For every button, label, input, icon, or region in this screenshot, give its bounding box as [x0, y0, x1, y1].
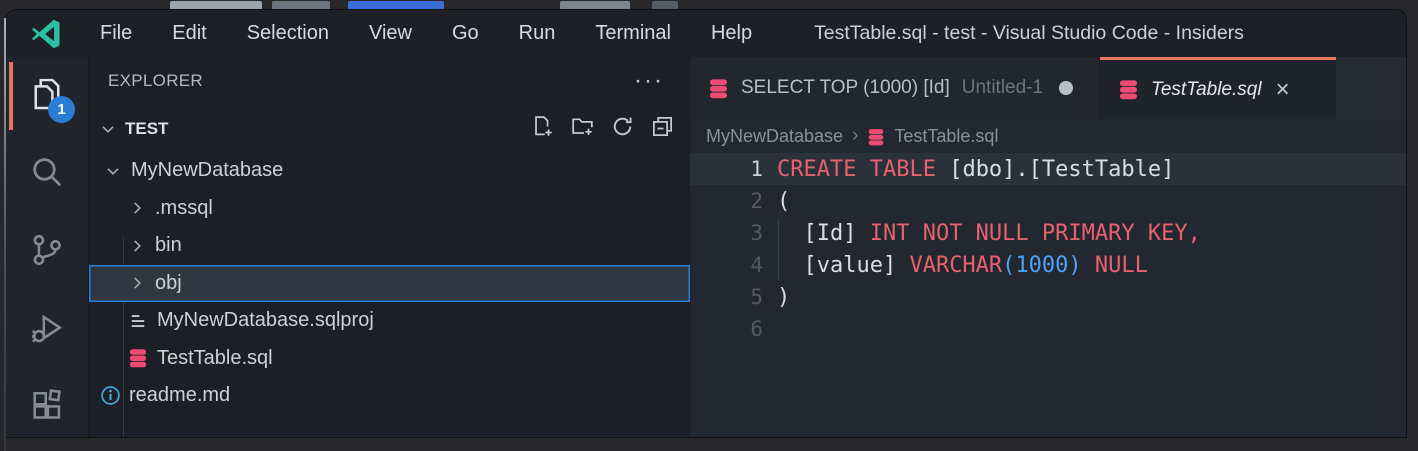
code-text: CREATE TABLE [dbo].[TestTable]: [763, 157, 1174, 182]
line-number: 1: [690, 157, 763, 181]
new-folder-icon[interactable]: [571, 115, 594, 143]
tree-item-sqlproj[interactable]: MyNewDatabase.sqlproj: [89, 302, 690, 340]
database-icon: [708, 78, 729, 99]
sqlproj-file-icon: [125, 311, 151, 331]
code-text: [Id] INT NOT NULL PRIMARY KEY,: [763, 221, 1201, 246]
search-icon: [30, 155, 64, 194]
chevron-down-icon: [95, 120, 121, 138]
chevron-separator-icon: ›: [852, 125, 858, 147]
background-window-fragment: [560, 1, 630, 10]
menu-go[interactable]: Go: [432, 10, 499, 57]
activity-run-and-debug[interactable]: [6, 291, 88, 369]
line-number: 4: [690, 253, 763, 277]
code-line-4[interactable]: 4 [value] VARCHAR(1000) NULL: [690, 249, 1406, 281]
tree-item-bin[interactable]: bin: [89, 227, 690, 265]
menu-view[interactable]: View: [349, 10, 432, 57]
tree-item-testtable-sql[interactable]: TestTable.sql: [89, 340, 690, 378]
menu-terminal[interactable]: Terminal: [575, 10, 691, 57]
tab-detail: Untitled-1: [962, 77, 1043, 99]
background-window-fragment: [170, 1, 262, 10]
tab-bar-empty-space: [1336, 57, 1406, 119]
screenshot-frame: File Edit Selection View Go Run Terminal…: [0, 0, 1418, 451]
menu-bar: File Edit Selection View Go Run Terminal…: [80, 10, 772, 57]
activity-explorer[interactable]: 1: [6, 57, 88, 135]
breadcrumb-file[interactable]: TestTable.sql: [894, 126, 998, 147]
breadcrumb: MyNewDatabase › TestTable.sql: [690, 119, 1406, 153]
tree-item-label: MyNewDatabase.sqlproj: [157, 309, 374, 332]
code-text: ): [763, 285, 790, 310]
tree-item-label: .mssql: [155, 197, 213, 220]
line-number: 3: [690, 221, 763, 245]
extensions-icon: [30, 389, 64, 428]
activity-bar: 1: [6, 57, 88, 437]
menu-edit[interactable]: Edit: [152, 10, 226, 57]
tab-testtable-sql[interactable]: TestTable.sql ×: [1100, 57, 1336, 119]
modified-dot-icon[interactable]: [1059, 81, 1073, 95]
explorer-sidebar: EXPLORER ··· TEST: [88, 57, 690, 437]
tree-item-readme[interactable]: readme.md: [89, 377, 690, 415]
tab-bar: SELECT TOP (1000) [Id] Untitled-1: [690, 57, 1406, 119]
tab-untitled-1[interactable]: SELECT TOP (1000) [Id] Untitled-1: [690, 57, 1100, 119]
editor-indent-guide: [778, 219, 779, 281]
explorer-section-test[interactable]: TEST: [89, 105, 690, 152]
tree-item-mssql[interactable]: .mssql: [89, 190, 690, 228]
background-window-fragment: [652, 1, 678, 10]
markdown-info-icon: [97, 385, 123, 406]
tab-title: SELECT TOP (1000) [Id]: [741, 77, 950, 99]
tree-item-mynewdatabase[interactable]: MyNewDatabase: [89, 152, 690, 190]
activity-extensions[interactable]: [6, 369, 88, 437]
tree-item-label: bin: [155, 234, 182, 257]
chevron-down-icon: [101, 162, 125, 180]
tab-title: TestTable.sql: [1151, 79, 1262, 101]
activity-search[interactable]: [6, 135, 88, 213]
section-label: TEST: [125, 119, 168, 139]
menu-file[interactable]: File: [80, 10, 152, 57]
ellipsis-icon[interactable]: ···: [634, 76, 664, 86]
code-line-5[interactable]: 5 ): [690, 281, 1406, 313]
explorer-title: EXPLORER: [108, 71, 203, 91]
database-icon: [1118, 79, 1139, 100]
vscode-insiders-logo-icon: [28, 16, 64, 52]
menu-help[interactable]: Help: [691, 10, 772, 57]
menu-selection[interactable]: Selection: [227, 10, 349, 57]
tree-item-label: obj: [155, 272, 182, 295]
titlebar: File Edit Selection View Go Run Terminal…: [6, 10, 1406, 57]
background-window-fragment: [272, 1, 330, 10]
code-line-1[interactable]: 1 CREATE TABLE [dbo].[TestTable]: [690, 153, 1406, 185]
code-editor[interactable]: 1 CREATE TABLE [dbo].[TestTable] 2 ( 3 […: [690, 153, 1406, 437]
breadcrumb-folder[interactable]: MyNewDatabase: [706, 126, 843, 147]
chevron-right-icon: [125, 274, 149, 292]
line-number: 5: [690, 285, 763, 309]
database-icon: [867, 128, 885, 146]
collapse-all-icon[interactable]: [651, 115, 674, 143]
background-window-fragment: [348, 1, 444, 10]
code-line-2[interactable]: 2 (: [690, 185, 1406, 217]
window-title: TestTable.sql - test - Visual Studio Cod…: [814, 10, 1244, 57]
new-file-icon[interactable]: [531, 115, 554, 143]
close-icon[interactable]: ×: [1276, 80, 1290, 100]
window-edge-highlight: [4, 18, 6, 451]
line-number: 6: [690, 317, 763, 341]
code-line-6[interactable]: 6: [690, 313, 1406, 345]
chevron-right-icon: [125, 199, 149, 217]
code-text: (: [763, 189, 790, 214]
explorer-badge: 1: [48, 96, 75, 123]
code-line-3[interactable]: 3 [Id] INT NOT NULL PRIMARY KEY,: [690, 217, 1406, 249]
code-text: [value] VARCHAR(1000) NULL: [763, 253, 1148, 278]
tree-item-label: TestTable.sql: [157, 347, 273, 370]
tree-item-label: readme.md: [129, 384, 230, 407]
source-control-icon: [30, 233, 64, 272]
editor-group: SELECT TOP (1000) [Id] Untitled-1: [690, 57, 1406, 437]
database-icon: [125, 348, 151, 368]
chevron-right-icon: [125, 237, 149, 255]
menu-run[interactable]: Run: [499, 10, 576, 57]
debug-icon: [30, 311, 64, 350]
line-number: 2: [690, 189, 763, 213]
vscode-window: File Edit Selection View Go Run Terminal…: [6, 10, 1406, 437]
tree-item-obj[interactable]: obj: [89, 265, 690, 303]
active-view-indicator: [9, 62, 13, 130]
activity-source-control[interactable]: [6, 213, 88, 291]
tree-item-label: MyNewDatabase: [131, 159, 283, 182]
refresh-icon[interactable]: [611, 115, 634, 143]
